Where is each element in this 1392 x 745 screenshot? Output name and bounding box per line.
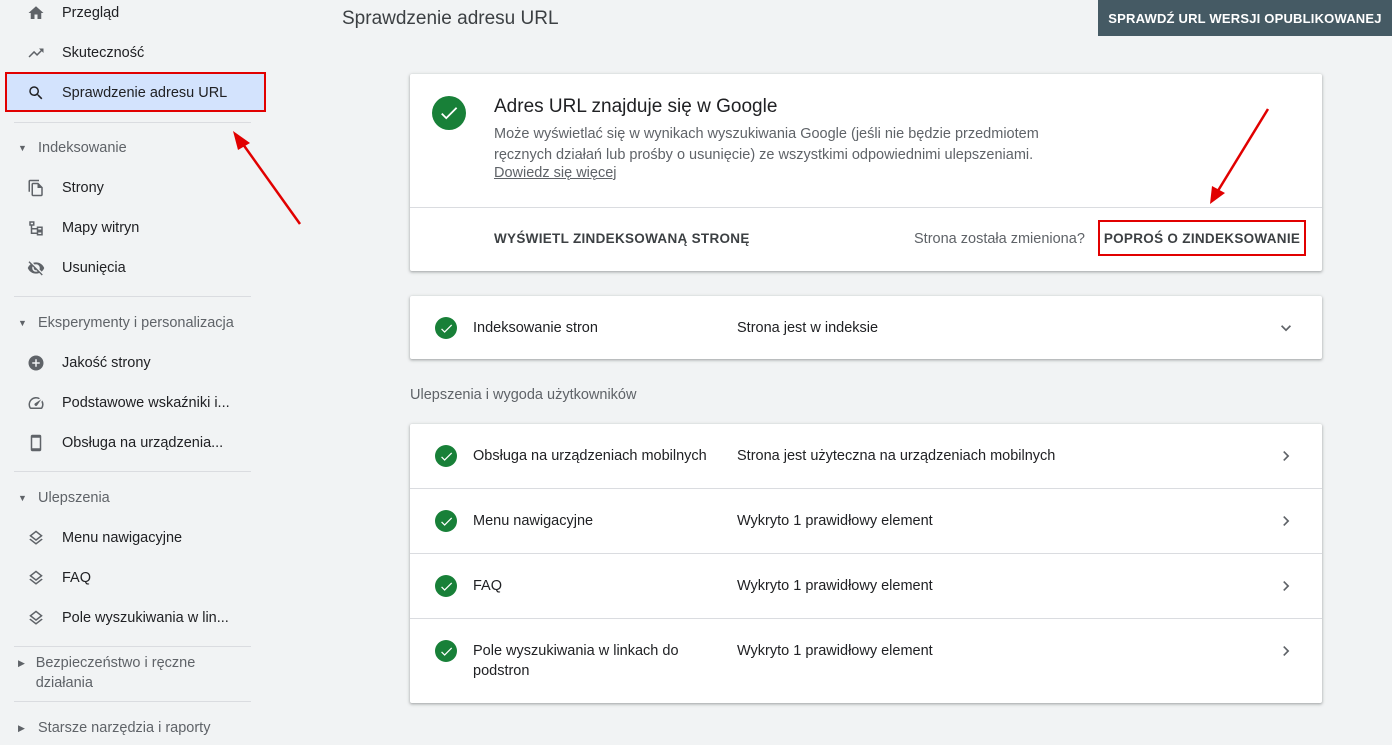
row-label: Obsługa na urządzeniach mobilnych [473, 448, 707, 464]
caret-down-icon: ▼ [18, 143, 27, 153]
caret-right-icon: ▶ [18, 658, 25, 668]
row-value: Wykryto 1 prawidłowy element [737, 513, 933, 529]
section-title: Indeksowanie [38, 140, 127, 156]
layers-icon [26, 608, 46, 628]
sidebar-item-performance[interactable]: Skuteczność [6, 34, 264, 72]
visibility-off-icon [26, 258, 46, 278]
pages-icon [26, 178, 46, 198]
row-value: Strona jest użyteczna na urządzeniach mo… [737, 448, 1056, 464]
chevron-right-icon[interactable] [1276, 641, 1296, 661]
row-value: Wykryto 1 prawidłowy element [737, 643, 933, 659]
status-description: Może wyświetlać się w wynikach wyszukiwa… [494, 126, 1039, 163]
sidebar-item-removals[interactable]: Usunięcia [6, 249, 264, 287]
sidebar-item-label: Obsługa na urządzenia... [62, 435, 224, 451]
row-label: Indeksowanie stron [473, 320, 598, 336]
page-title: Sprawdzenie adresu URL [342, 8, 559, 29]
add-circle-icon [26, 353, 46, 373]
sidebar-item-label: Podstawowe wskaźniki i... [62, 395, 230, 411]
smartphone-icon [26, 433, 46, 453]
section-title: Eksperymenty i personalizacja [38, 315, 234, 331]
enhancements-card: Obsługa na urządzeniach mobilnych Strona… [410, 424, 1322, 703]
status-card: Adres URL znajduje się w Google Może wyś… [410, 74, 1322, 271]
divider [14, 701, 251, 702]
sidebar-item-breadcrumbs[interactable]: Menu nawigacyjne [6, 519, 264, 557]
sidebar-item-sitelinks-searchbox[interactable]: Pole wyszukiwania w lin... [6, 599, 264, 637]
check-circle-icon [432, 96, 466, 130]
page-changed-question: Strona została zmieniona? [914, 231, 1085, 247]
sitemap-icon [26, 218, 46, 238]
layers-icon [26, 528, 46, 548]
divider [14, 296, 251, 297]
enhancement-row-sitelinks-searchbox[interactable]: Pole wyszukiwania w linkach do podstron … [410, 619, 1322, 703]
check-circle-icon [435, 445, 457, 467]
request-indexing-button[interactable]: POPROŚ O ZINDEKSOWANIE [1098, 220, 1306, 256]
sidebar-item-label: Jakość strony [62, 355, 151, 371]
check-circle-icon [435, 640, 457, 662]
row-label: Pole wyszukiwania w linkach do podstron [473, 643, 679, 679]
chevron-right-icon[interactable] [1276, 446, 1296, 466]
chevron-right-icon[interactable] [1276, 511, 1296, 531]
sidebar-item-overview[interactable]: Przegląd [6, 0, 264, 32]
divider [14, 646, 251, 647]
enhancements-section-title: Ulepszenia i wygoda użytkowników [410, 387, 637, 403]
divider [410, 207, 1322, 208]
sidebar-item-page-experience[interactable]: Jakość strony [6, 344, 264, 382]
sidebar-item-label: FAQ [62, 570, 92, 586]
status-title: Adres URL znajduje się w Google [494, 96, 778, 117]
view-indexed-page-button[interactable]: WYŚWIETL ZINDEKSOWANĄ STRONĘ [494, 231, 750, 246]
sidebar-item-label: Pole wyszukiwania w lin... [62, 610, 229, 626]
section-header-legacy[interactable]: ▶ Starsze narzędzia i raporty [14, 718, 254, 738]
row-label: Menu nawigacyjne [473, 513, 594, 529]
check-circle-icon [435, 317, 457, 339]
speed-icon [26, 393, 46, 413]
check-circle-icon [435, 575, 457, 597]
chevron-down-icon[interactable] [1276, 318, 1296, 338]
sidebar-item-faq[interactable]: FAQ [6, 559, 264, 597]
section-title: Starsze narzędzia i raporty [38, 720, 211, 736]
trending-up-icon [26, 43, 46, 63]
enhancement-row-breadcrumbs[interactable]: Menu nawigacyjne Wykryto 1 prawidłowy el… [410, 489, 1322, 554]
section-title: Ulepszenia [38, 490, 110, 506]
search-icon [26, 83, 46, 103]
home-icon [26, 3, 46, 23]
caret-down-icon: ▼ [18, 493, 27, 503]
section-header-security[interactable]: ▶ Bezpieczeństwo i ręczne działania [14, 653, 214, 693]
section-header-indexing[interactable]: ▼ Indeksowanie [14, 138, 254, 158]
sidebar-item-url-inspection[interactable]: Sprawdzenie adresu URL [6, 74, 264, 112]
sidebar-item-label: Sprawdzenie adresu URL [62, 85, 228, 101]
sidebar-item-core-web-vitals[interactable]: Podstawowe wskaźniki i... [6, 384, 264, 422]
sidebar-item-label: Skuteczność [62, 45, 145, 61]
section-header-enhancements[interactable]: ▼ Ulepszenia [14, 488, 254, 508]
sidebar-item-label: Menu nawigacyjne [62, 530, 183, 546]
sidebar: Przegląd Skuteczność Sprawdzenie adresu … [0, 0, 266, 745]
sidebar-item-pages[interactable]: Strony [6, 169, 264, 207]
sidebar-item-mobile-usability[interactable]: Obsługa na urządzenia... [6, 424, 264, 462]
chevron-right-icon[interactable] [1276, 576, 1296, 596]
section-title: Bezpieczeństwo i ręczne działania [35, 655, 196, 691]
test-live-url-button[interactable]: SPRAWDŹ URL WERSJI OPUBLIKOWANEJ [1098, 0, 1392, 36]
sidebar-item-label: Strony [62, 180, 104, 196]
enhancement-row-mobile[interactable]: Obsługa na urządzeniach mobilnych Strona… [410, 424, 1322, 489]
check-circle-icon [435, 510, 457, 532]
enhancement-row-faq[interactable]: FAQ Wykryto 1 prawidłowy element [410, 554, 1322, 619]
layers-icon [26, 568, 46, 588]
caret-right-icon: ▶ [18, 723, 25, 733]
sidebar-item-label: Mapy witryn [62, 220, 140, 236]
sidebar-item-label: Przegląd [62, 5, 120, 21]
sidebar-item-label: Usunięcia [62, 260, 126, 276]
section-header-experiments[interactable]: ▼ Eksperymenty i personalizacja [14, 313, 254, 333]
learn-more-link[interactable]: Dowiedz się więcej [494, 165, 617, 181]
sidebar-item-sitemaps[interactable]: Mapy witryn [6, 209, 264, 247]
divider [14, 471, 251, 472]
row-label: FAQ [473, 578, 503, 594]
divider [14, 122, 251, 123]
caret-down-icon: ▼ [18, 318, 27, 328]
row-value: Wykryto 1 prawidłowy element [737, 578, 933, 594]
page-indexing-card[interactable]: Indeksowanie stron Strona jest w indeksi… [410, 296, 1322, 359]
row-value: Strona jest w indeksie [737, 320, 879, 336]
